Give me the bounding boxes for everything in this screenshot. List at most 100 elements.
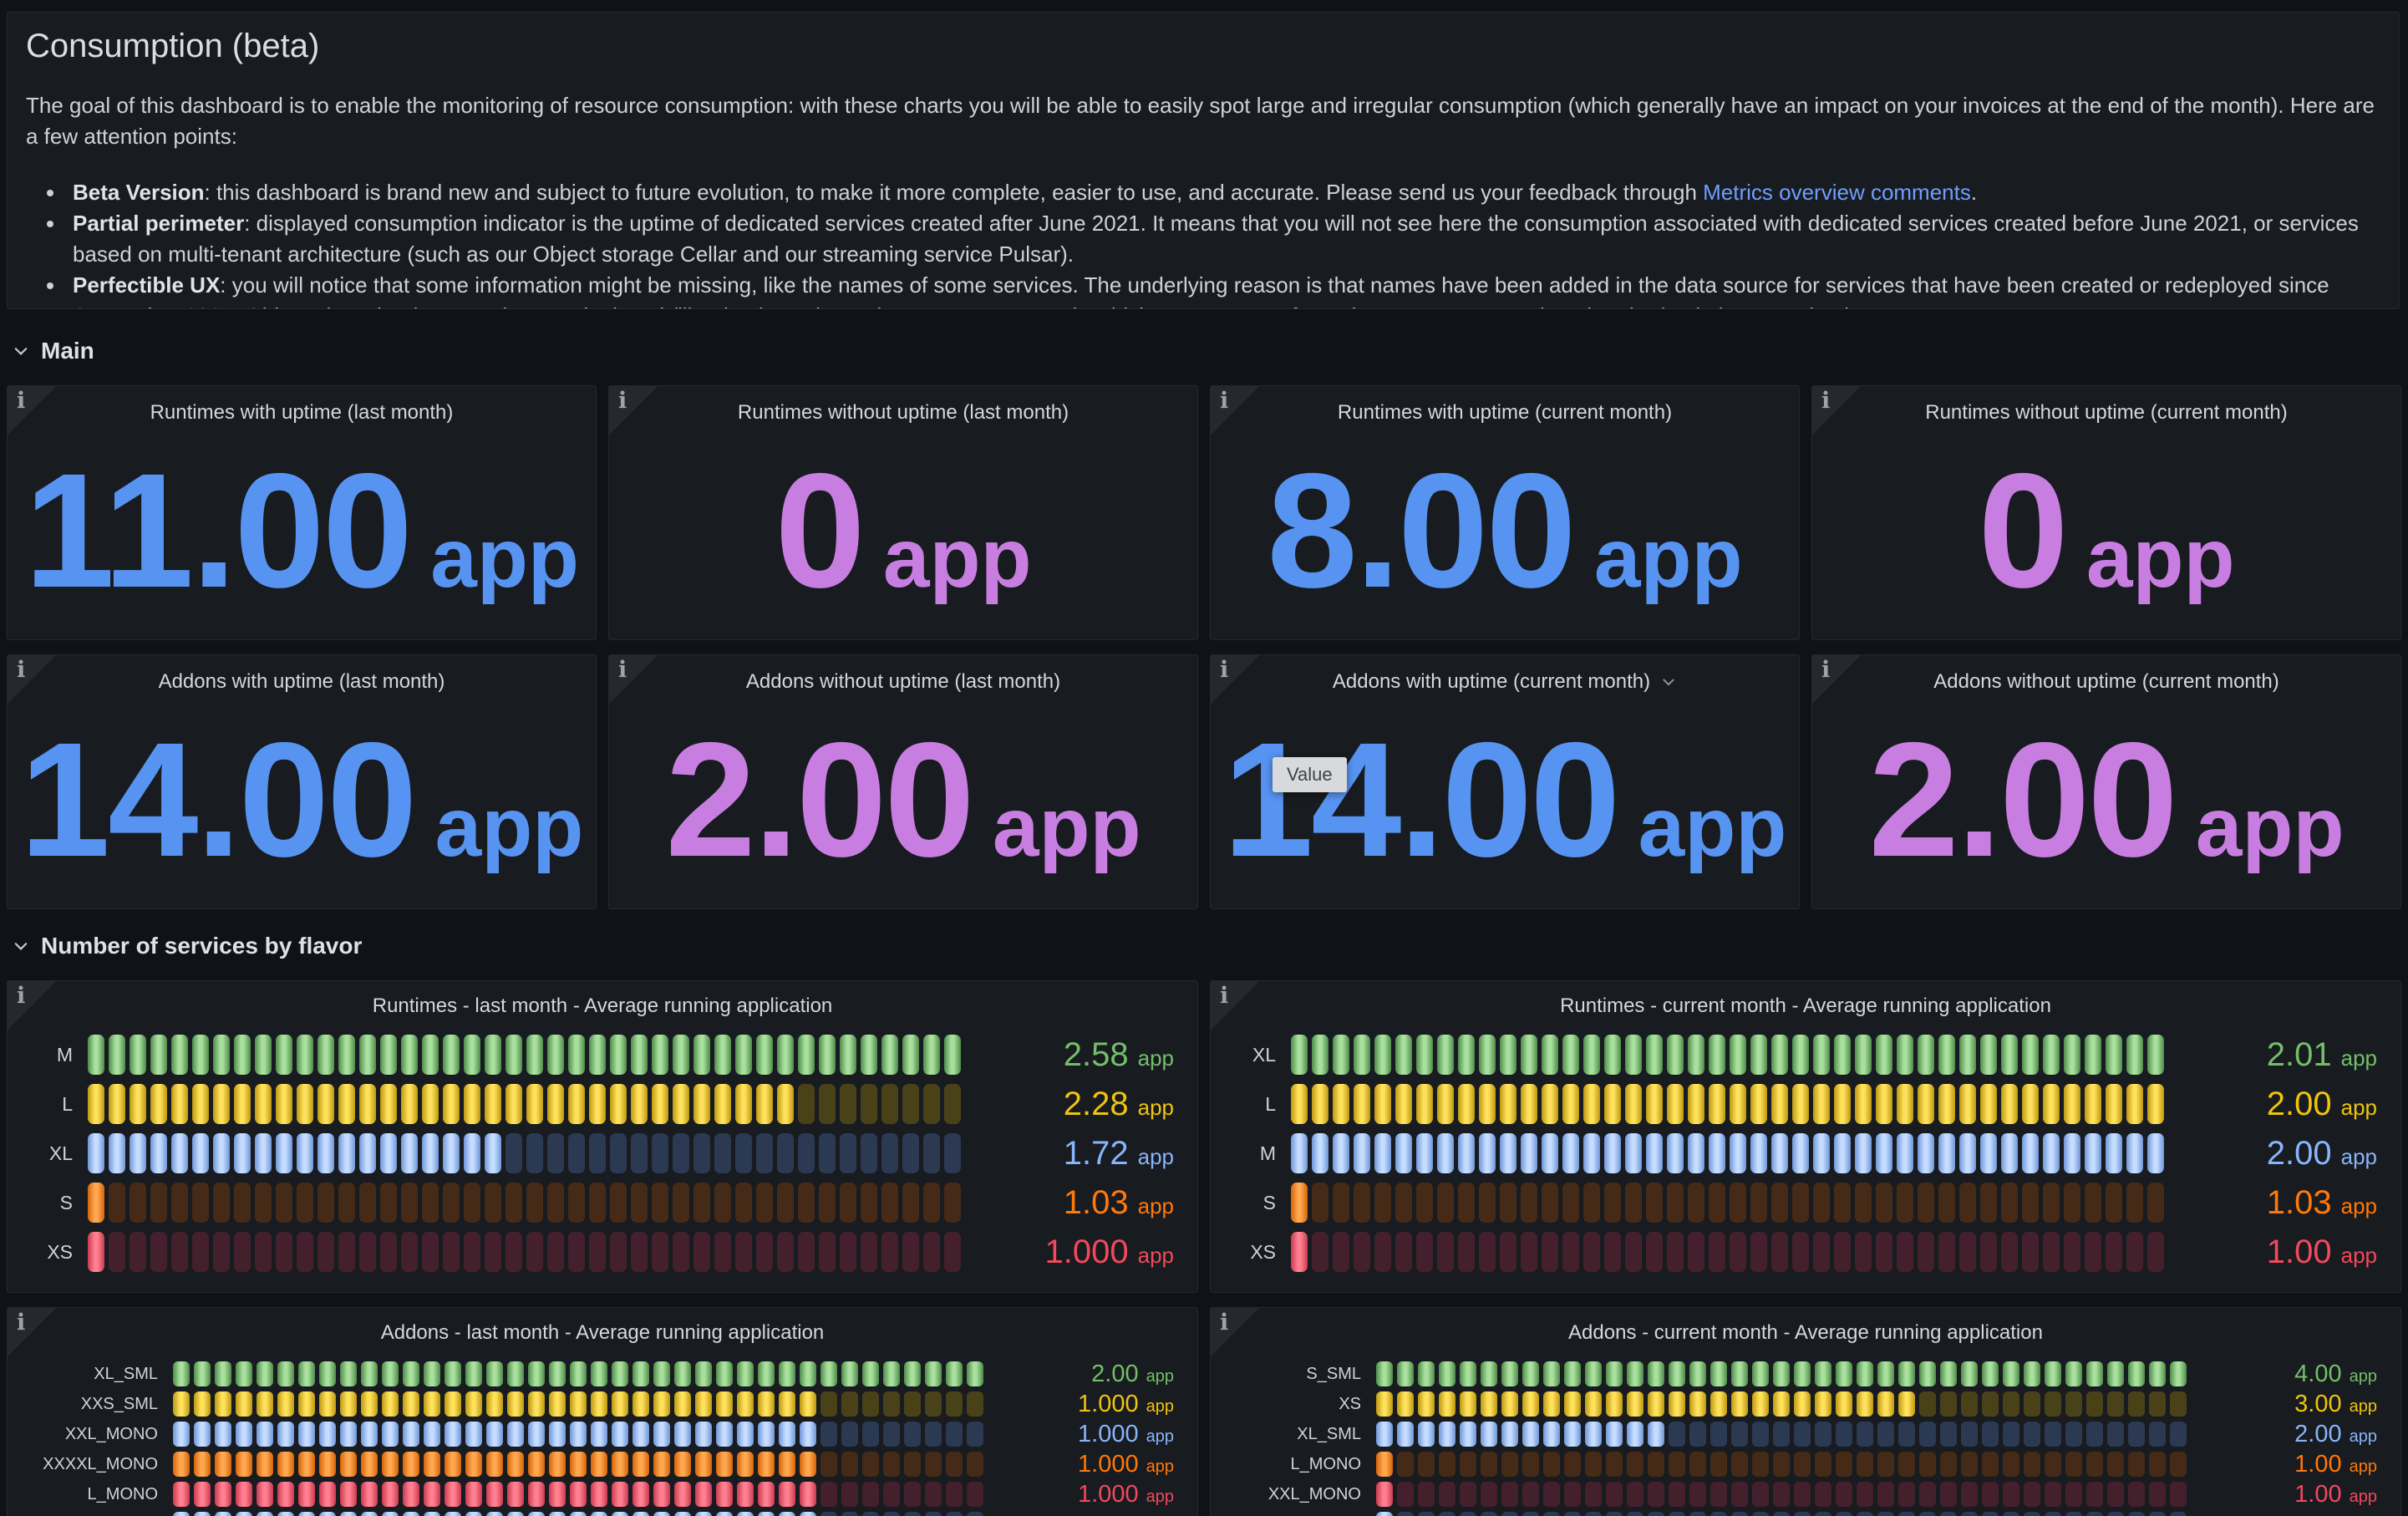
bar-segment	[1416, 1084, 1433, 1124]
panel-title[interactable]: Runtimes without uptime (last month)	[661, 401, 1146, 425]
bar-segment	[1877, 1361, 1894, 1386]
chevron-down-icon	[12, 937, 30, 955]
panel-info-corner[interactable]: i	[609, 655, 658, 704]
bar-segment	[1752, 1512, 1769, 1516]
dashboard-description-panel: Consumption (beta) The goal of this dash…	[7, 12, 2400, 309]
bar-segment	[1918, 1232, 1934, 1272]
panel-title[interactable]: Addons - current month - Average running…	[1262, 1321, 2349, 1345]
bar-segment	[319, 1482, 336, 1507]
bar-segment	[1564, 1361, 1581, 1386]
bar-segment	[2003, 1422, 2019, 1447]
bar-segment	[1898, 1361, 1915, 1386]
bar-segment	[1710, 1482, 1727, 1507]
bar-segment	[1918, 1133, 1934, 1173]
stat-value: 2.00app	[1868, 719, 2344, 882]
panel-info-corner[interactable]: i	[1812, 655, 1861, 704]
panel-info-corner[interactable]: i	[1211, 386, 1259, 435]
bar-segment	[653, 1482, 670, 1507]
bar-segment	[1667, 1133, 1684, 1173]
bar-segment	[693, 1232, 710, 1272]
bar-segment	[2170, 1452, 2187, 1477]
bar-segment	[505, 1232, 522, 1272]
panel-title[interactable]: Addons with uptime (last month)	[59, 670, 544, 694]
info-icon: i	[17, 1310, 25, 1335]
panel-info-corner[interactable]: i	[8, 1308, 56, 1356]
bar-segment	[1771, 1035, 1788, 1075]
stat-panel-addons-without-uptime-last-month: i Addons without uptime (last month) 2.0…	[608, 654, 1198, 909]
panel-info-corner[interactable]: i	[1211, 655, 1259, 704]
bar-segment	[1752, 1391, 1769, 1417]
bar-segment	[2128, 1512, 2145, 1516]
bar-segment	[340, 1422, 357, 1447]
section-header-number-of-services-by-flavor[interactable]: Number of services by flavor	[12, 929, 362, 963]
bar-track	[1376, 1482, 2197, 1507]
bar-segment	[1543, 1391, 1560, 1417]
bar-segment	[2107, 1391, 2124, 1417]
bar-segment	[277, 1452, 294, 1477]
bar-segment	[1898, 1482, 1915, 1507]
panel-title[interactable]: Addons without uptime (last month)	[661, 670, 1146, 694]
bar-segment	[2045, 1422, 2061, 1447]
bar-segment	[1897, 1035, 1913, 1075]
panel-title[interactable]: Runtimes without uptime (current month)	[1864, 401, 2349, 425]
bar-row-value: 3.00app	[2197, 1392, 2389, 1417]
panel-title[interactable]: Addons without uptime (current month)	[1864, 670, 2349, 694]
panel-title[interactable]: Runtimes with uptime (last month)	[59, 401, 544, 425]
bar-segment	[2086, 1361, 2103, 1386]
bar-segment	[192, 1035, 209, 1075]
bar-segment	[777, 1084, 794, 1124]
bar-segment	[192, 1133, 209, 1173]
bar-row-value: 1.03app	[2180, 1186, 2389, 1219]
panel-info-corner[interactable]: i	[609, 386, 658, 435]
bar-segment	[1646, 1035, 1663, 1075]
bar-segment	[1961, 1512, 1978, 1516]
panel-info-corner[interactable]: i	[1211, 981, 1259, 1030]
bar-segment	[528, 1452, 545, 1477]
metrics-overview-comments-link[interactable]: Metrics overview comments	[1703, 180, 1971, 205]
bar-segment	[2128, 1361, 2145, 1386]
bar-segment	[1397, 1361, 1414, 1386]
bar-segment	[1481, 1482, 1497, 1507]
bar-segment	[2064, 1183, 2080, 1223]
bar-segment	[1627, 1452, 1643, 1477]
bar-row-label: XL_SML	[23, 1365, 173, 1384]
section-header-main[interactable]: Main	[12, 334, 94, 368]
bar-segment	[380, 1084, 397, 1124]
bar-segment	[1627, 1482, 1643, 1507]
panel-title[interactable]: Runtimes - current month - Average runni…	[1262, 995, 2349, 1018]
bar-segment	[486, 1482, 503, 1507]
bar-segment	[841, 1452, 858, 1477]
panel-info-corner[interactable]: i	[8, 655, 56, 704]
bar-segment	[570, 1512, 587, 1516]
panel-title[interactable]: Runtimes - last month - Average running …	[59, 995, 1146, 1018]
panel-info-corner[interactable]: i	[1812, 386, 1861, 435]
bar-segment	[1961, 1422, 1978, 1447]
bar-segment	[1585, 1391, 1602, 1417]
bar-segment	[1750, 1183, 1767, 1223]
panel-info-corner[interactable]: i	[8, 981, 56, 1030]
bar-segment	[88, 1232, 104, 1272]
bar-segment	[2086, 1422, 2103, 1447]
bar-segment	[1376, 1391, 1393, 1417]
bar-segment	[2128, 1482, 2145, 1507]
bar-segment	[526, 1183, 543, 1223]
bar-segment	[297, 1183, 313, 1223]
bar-segment	[1625, 1183, 1642, 1223]
bar-segment	[570, 1361, 587, 1386]
bar-segment	[173, 1482, 190, 1507]
bar-gauges-row-2: i Addons - last month - Average running …	[7, 1307, 2401, 1516]
panel-menu-chevron-icon[interactable]	[1660, 674, 1677, 690]
panel-title[interactable]: Addons with uptime (current month)	[1262, 670, 1747, 694]
bar-segment	[923, 1035, 940, 1075]
bar-segment	[693, 1035, 710, 1075]
bar-segment	[819, 1084, 836, 1124]
panel-title[interactable]: Addons - last month - Average running ap…	[59, 1321, 1146, 1345]
bar-segment	[1940, 1482, 1957, 1507]
panel-info-corner[interactable]: i	[8, 386, 56, 435]
bar-segment	[130, 1232, 146, 1272]
panel-info-corner[interactable]: i	[1211, 1308, 1259, 1356]
panel-title[interactable]: Runtimes with uptime (current month)	[1262, 401, 1747, 425]
bar-row: M2.58app	[23, 1035, 1186, 1075]
bar-track	[173, 1482, 993, 1507]
bar-segment	[1771, 1232, 1788, 1272]
